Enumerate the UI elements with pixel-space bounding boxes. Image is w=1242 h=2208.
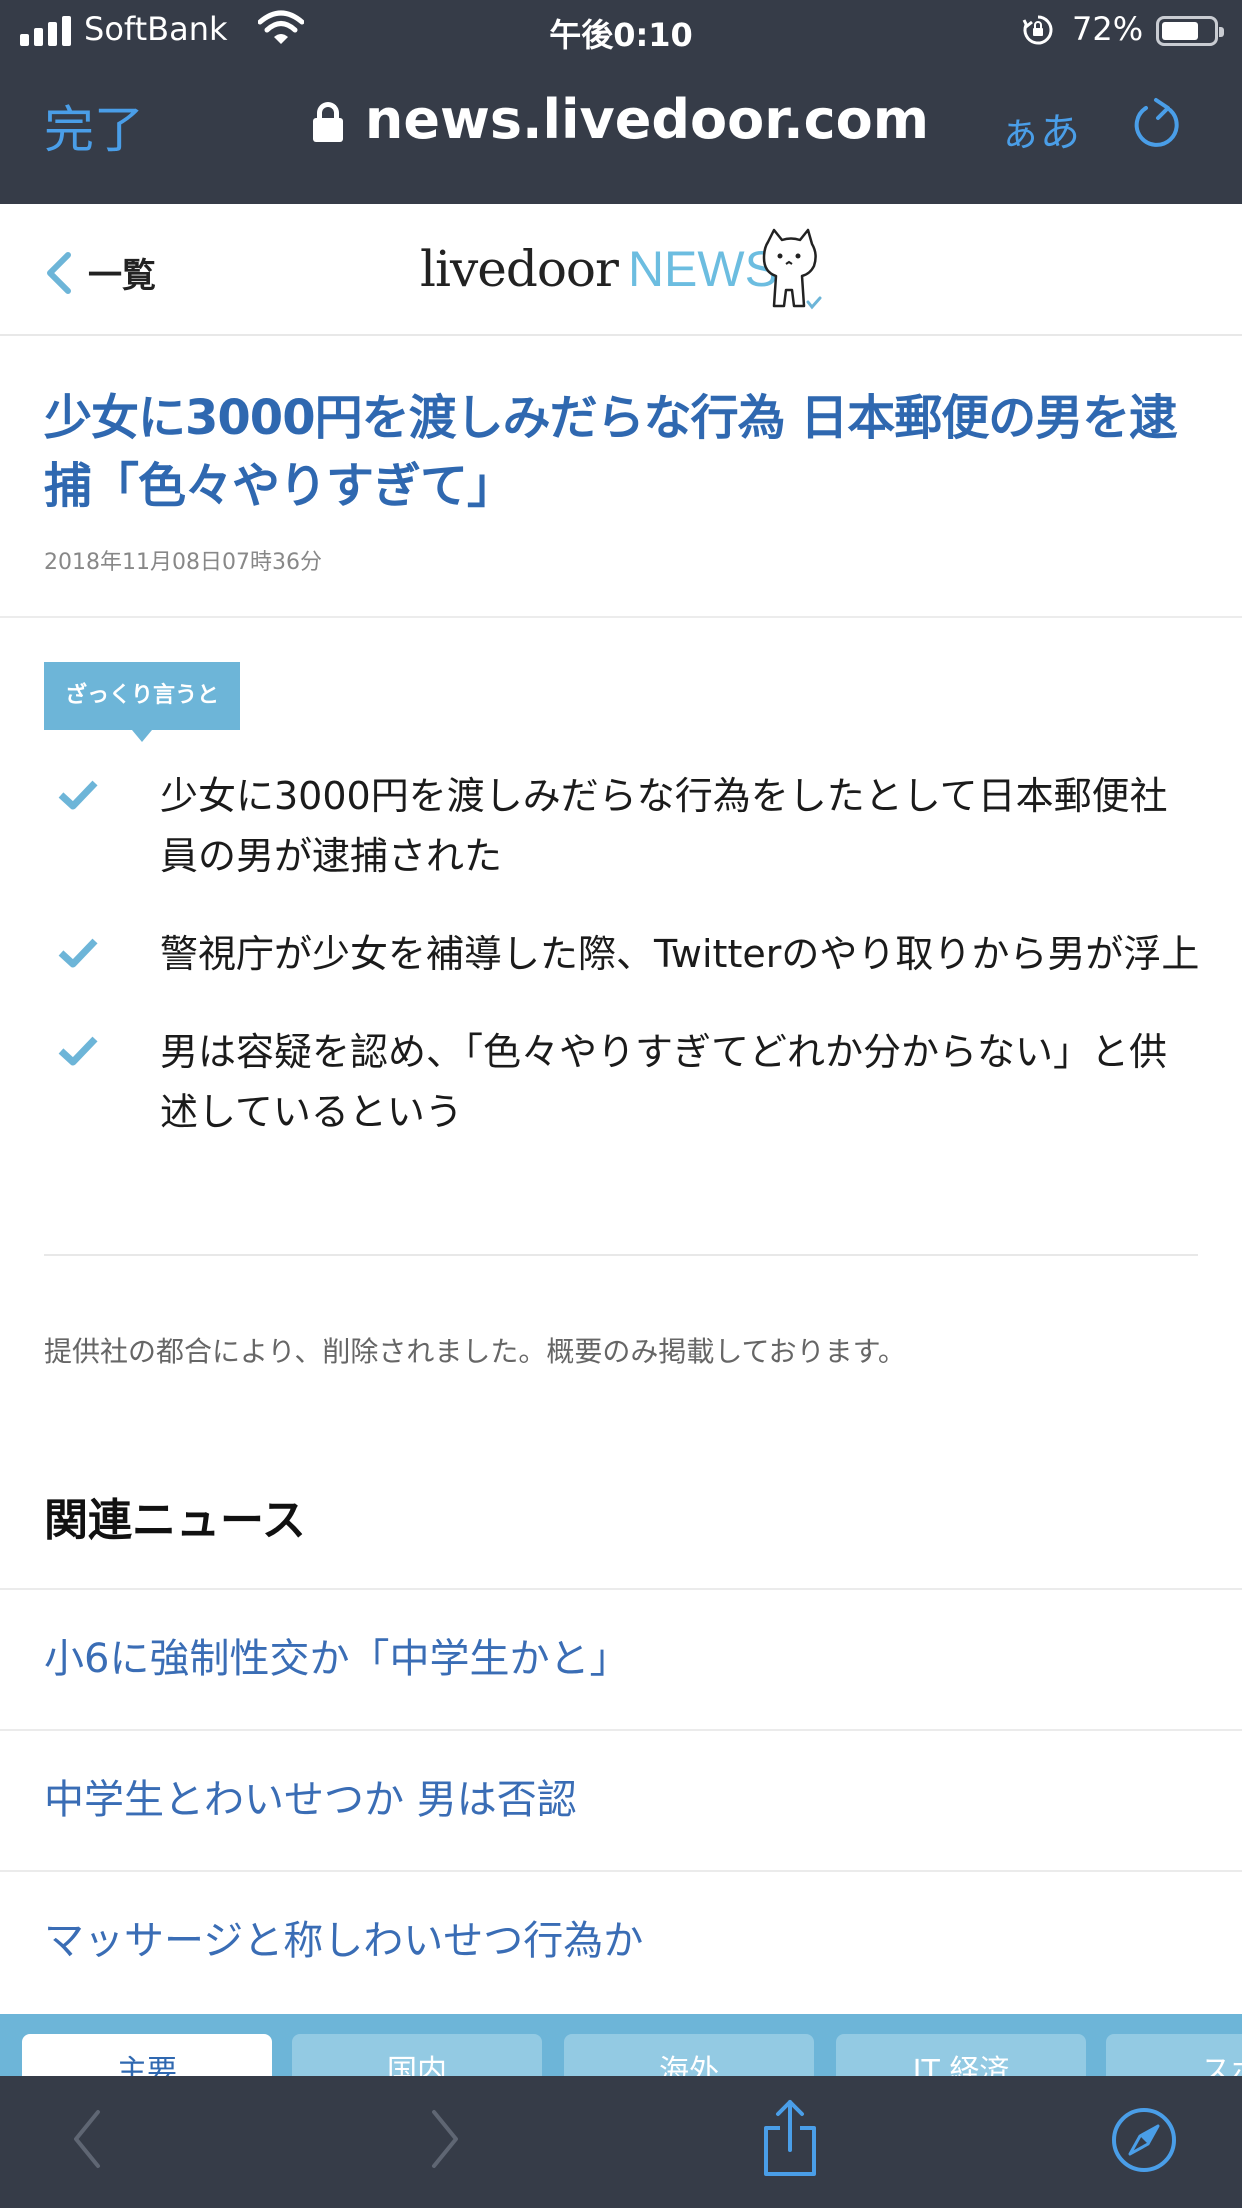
deletion-notice: 提供社の都合により、削除されました。概要のみ掲載しております。 xyxy=(44,1335,906,1368)
site-header: 一覧 livedoor NEWS xyxy=(0,204,1242,336)
url-text: news.livedoor.com xyxy=(364,88,930,151)
reload-icon[interactable] xyxy=(1132,94,1182,150)
site-logo[interactable]: livedoor NEWS xyxy=(420,240,778,298)
battery-percent: 72% xyxy=(1072,10,1144,48)
checkmark-icon xyxy=(58,938,98,968)
summary-point-text: 少女に3000円を渡しみだらな行為をしたとして日本郵便社員の男が逮捕された xyxy=(160,774,1168,878)
related-news-link[interactable]: マッサージと称しわいせつ行為か xyxy=(0,1870,1242,2011)
divider xyxy=(0,616,1242,618)
related-news-list: 小6に強制性交か「中学生かと」 中学生とわいせつか 男は否認 マッサージと称しわ… xyxy=(0,1588,1242,2011)
tab-it-economy[interactable]: IT 経済 xyxy=(836,2034,1086,2078)
back-arrow-icon[interactable] xyxy=(66,2104,110,2174)
compass-icon[interactable] xyxy=(1110,2106,1178,2174)
text-size-button[interactable]: ぁあ xyxy=(1000,100,1080,158)
status-bar: SoftBank 午後0:10 72% xyxy=(0,0,1242,62)
chevron-left-icon xyxy=(47,251,71,294)
category-tab-strip: 主要 国内 海外 IT 経済 スポ xyxy=(0,2014,1242,2078)
divider xyxy=(44,1254,1198,1256)
browser-toolbar xyxy=(0,2076,1242,2208)
summary-point-text: 警視庁が少女を補導した際、Twitterのやり取りから男が浮上 xyxy=(160,932,1200,976)
back-to-list-link[interactable]: 一覧 xyxy=(44,248,156,297)
tab-sports[interactable]: スポ xyxy=(1106,2034,1242,2078)
summary-label-badge: ざっくり言うと xyxy=(44,662,240,742)
related-news-heading: 関連ニュース xyxy=(44,1495,306,1546)
share-icon[interactable] xyxy=(760,2098,820,2178)
summary-point: 男は容疑を認め、「色々やりすぎてどれか分からない」と供述しているという xyxy=(44,1022,1204,1142)
rotation-lock-icon xyxy=(1022,15,1053,45)
related-news-link[interactable]: 中学生とわいせつか 男は否認 xyxy=(0,1729,1242,1870)
browser-top-bar: SoftBank 午後0:10 72% 完了 news.livedoor.com… xyxy=(0,0,1242,204)
battery-icon xyxy=(1156,16,1224,46)
summary-point-text: 男は容疑を認め、「色々やりすぎてどれか分からない」と供述しているという xyxy=(160,1030,1168,1134)
padlock-icon xyxy=(312,102,343,142)
published-date: 2018年11月08日07時36分 xyxy=(44,550,322,575)
tab-overseas[interactable]: 海外 xyxy=(564,2034,814,2078)
summary-point: 警視庁が少女を補導した際、Twitterのやり取りから男が浮上 xyxy=(44,924,1204,984)
checkmark-icon xyxy=(58,780,98,810)
cat-mascot-icon xyxy=(762,228,822,310)
summary-point: 少女に3000円を渡しみだらな行為をしたとして日本郵便社員の男が逮捕された xyxy=(44,766,1204,886)
related-news-link[interactable]: 小6に強制性交か「中学生かと」 xyxy=(0,1588,1242,1729)
tab-domestic[interactable]: 国内 xyxy=(292,2034,542,2078)
logo-livedoor: livedoor xyxy=(420,240,619,298)
checkmark-icon xyxy=(58,1036,98,1066)
tab-main[interactable]: 主要 xyxy=(22,2034,272,2078)
article-headline: 少女に3000円を渡しみだらな行為 日本郵便の男を逮捕「色々やりすぎて」 xyxy=(44,390,1177,514)
back-label: 一覧 xyxy=(88,256,156,296)
summary-points: 少女に3000円を渡しみだらな行為をしたとして日本郵便社員の男が逮捕された 警視… xyxy=(44,766,1204,1180)
status-time: 午後0:10 xyxy=(549,16,693,54)
forward-arrow-icon[interactable] xyxy=(422,2104,466,2174)
